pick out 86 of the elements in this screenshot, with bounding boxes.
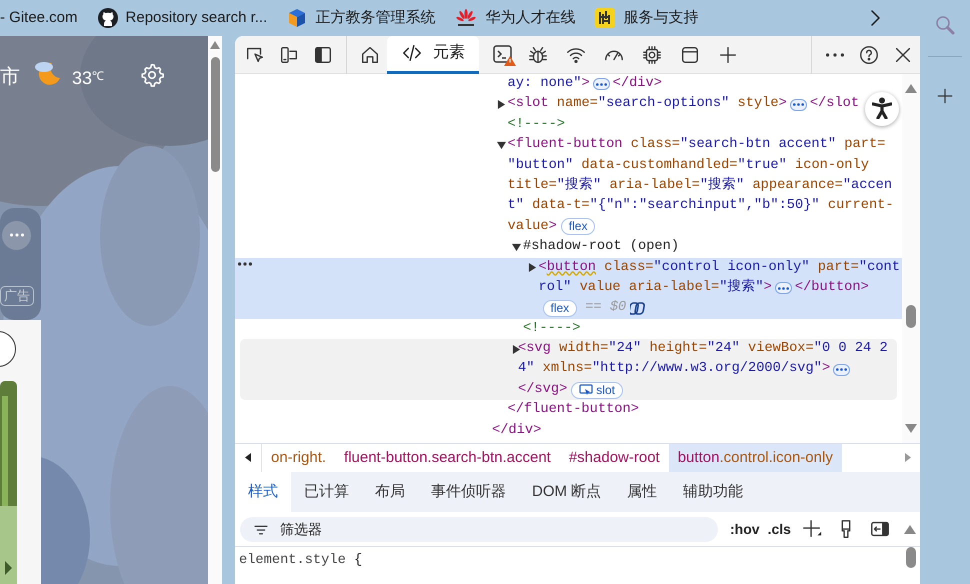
bars-logo-icon [595, 8, 616, 28]
bookmark[interactable]: - Gitee.com [0, 3, 88, 33]
dots-icon [778, 286, 789, 290]
breadcrumb-item[interactable]: #shadow-root [560, 444, 669, 472]
style-toggle-button[interactable]: :hov [726, 518, 764, 540]
bookmark[interactable]: Repository search r... [88, 3, 278, 33]
code-text: </div> [612, 75, 662, 93]
temperature: 33$^{℃}$ [72, 67, 104, 90]
breadcrumb-item[interactable]: on-right. [262, 444, 336, 472]
collapsed-triangle-icon[interactable] [496, 100, 506, 110]
styles-tab[interactable]: 属性 [614, 472, 670, 512]
settings-icon[interactable] [139, 62, 165, 88]
code-icon [401, 42, 423, 64]
code-text: t" data-t="{"n":"searchinput","b":50}" current- [508, 197, 894, 216]
accessibility-icon [872, 97, 892, 120]
ad-tag: 广告 [0, 286, 34, 306]
code-text: #shadow-root (open) [523, 238, 680, 256]
dots-icon [792, 103, 804, 106]
expand-button[interactable] [833, 364, 850, 376]
code-text: title="搜索" aria-label="搜索" appearance="accen [508, 176, 892, 195]
scrollbar-thumb[interactable] [906, 547, 916, 568]
plus-icon [800, 518, 823, 540]
styles-tab[interactable]: 样式 [235, 472, 291, 512]
expanded-triangle-icon[interactable] [496, 140, 506, 150]
reveal-icon [579, 384, 594, 396]
dots-icon [826, 52, 844, 56]
expanded-triangle-icon[interactable] [512, 242, 521, 252]
code-text: <!----> [508, 116, 565, 134]
scroll-up-icon[interactable] [904, 524, 916, 534]
expand-button[interactable] [774, 282, 792, 294]
copilot-icon[interactable] [630, 300, 648, 316]
flower-logo-icon [455, 8, 478, 28]
expand-button[interactable] [592, 78, 610, 90]
scroll-up-icon[interactable] [905, 84, 917, 93]
code-text: </slot [810, 95, 860, 114]
code-text: ay: none"> [508, 75, 590, 93]
cube-logo-icon [287, 8, 308, 28]
help-icon [858, 44, 880, 66]
flex-badge[interactable]: flex [542, 300, 578, 317]
code-text: </button> [794, 278, 869, 297]
scrollbar-thumb[interactable] [210, 57, 220, 172]
collapsed-triangle-icon[interactable] [528, 263, 536, 272]
plus-icon[interactable] [935, 86, 955, 106]
scroll-down-icon[interactable] [905, 424, 917, 433]
breadcrumb-item[interactable]: button.control.icon-only [668, 444, 842, 472]
code-text: <fluent-button class="search-btn accent" part= [508, 136, 886, 154]
scroll-up-icon[interactable] [210, 41, 220, 49]
bookmark[interactable]: 华为人才在线 [445, 3, 586, 33]
bookmark[interactable]: 服务与支持 [585, 3, 708, 33]
bookmark[interactable]: 正方教务管理系统 [277, 3, 446, 33]
dots-icon [238, 262, 252, 266]
cat-logo-icon [98, 8, 118, 28]
city-name: 市 [0, 65, 20, 90]
memory-icon [641, 44, 663, 66]
code-text: == $0 [584, 299, 626, 318]
accessibility-button[interactable] [865, 92, 899, 126]
styles-tab[interactable]: 已计算 [291, 472, 362, 512]
panel-tab[interactable]: 元素 [387, 36, 479, 74]
style-toggle-button[interactable]: .cls [764, 518, 795, 540]
code-text: <button class="control icon-only" part="cont [538, 258, 900, 277]
flex-badge[interactable]: flex [560, 218, 596, 236]
dots-icon [10, 233, 24, 238]
left-arrow-icon [245, 453, 251, 462]
dots-icon [836, 368, 848, 372]
css-rule: element.style { [239, 553, 362, 568]
code-text: "button" data-customhandled="true" icon-only [508, 156, 869, 175]
code-text: <slot name="search-options" style> [508, 95, 787, 114]
slot-badge[interactable]: slot [571, 382, 623, 399]
styles-tab[interactable]: DOM 断点 [519, 472, 614, 512]
code-text: 4" xmlns="http://www.w3.org/2000/svg"> [518, 360, 830, 378]
right-arrow-icon [905, 453, 911, 462]
code-text: rol" value aria-label="搜索"> [538, 278, 772, 297]
scrollbar-thumb[interactable] [906, 305, 916, 328]
styles-tab[interactable]: 事件侦听器 [418, 472, 519, 512]
code-text: </fluent-button> [508, 401, 639, 420]
expand-button[interactable] [790, 98, 807, 111]
breadcrumb-item[interactable]: fluent-button.search-btn.accent [335, 444, 560, 472]
code-text: <!----> [523, 320, 580, 338]
code-text: <svg width="24" height="24" viewBox="0 0 24 2 [518, 340, 888, 358]
styles-tab[interactable]: 辅助功能 [670, 472, 756, 512]
dots-icon [596, 82, 607, 86]
code-text: </svg> [518, 380, 568, 399]
code-text: </div> [492, 422, 542, 440]
styles-tab[interactable]: 布局 [362, 472, 418, 512]
filter-field[interactable]: 筛选器 [240, 516, 718, 542]
code-text: value> [508, 218, 557, 236]
